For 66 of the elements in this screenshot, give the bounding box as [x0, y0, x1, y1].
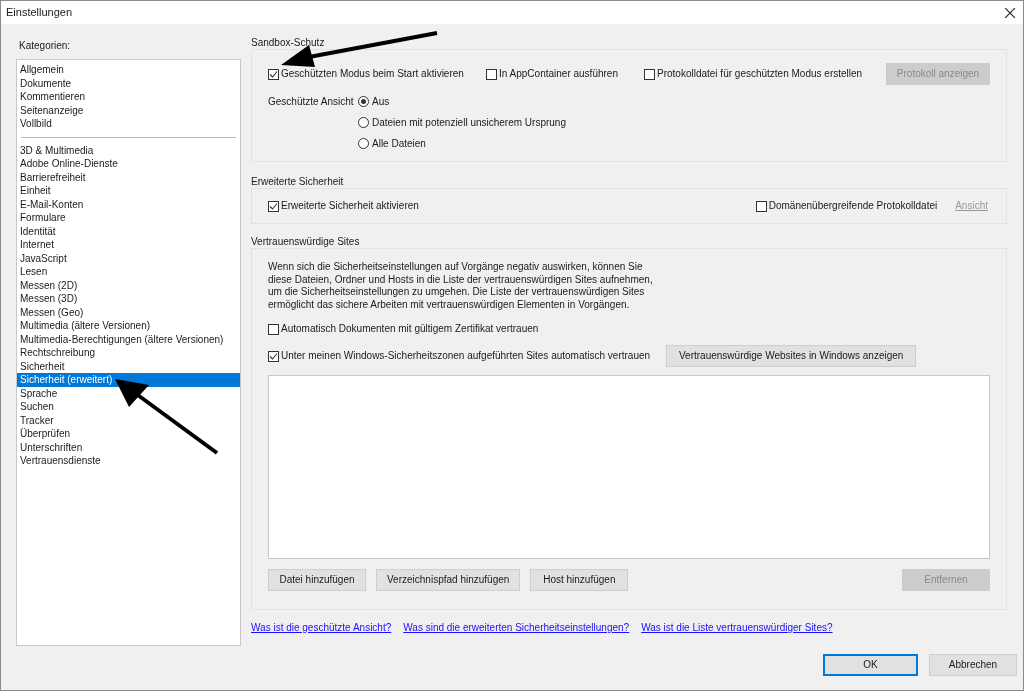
- show-zones-button[interactable]: Vertrauenswürdige Websites in Windows anzeigen: [666, 345, 917, 367]
- section-title: Vertrauenswürdige Sites: [251, 236, 361, 248]
- category-item[interactable]: Identität: [17, 224, 240, 238]
- checkbox-box[interactable]: [268, 323, 279, 335]
- category-item[interactable]: Multimedia-Berechtigungen (ältere Versionen): [17, 332, 240, 346]
- add-button[interactable]: Verzeichnispfad hinzufügen: [376, 569, 521, 591]
- category-item[interactable]: Messen (3D): [17, 292, 240, 306]
- category-item[interactable]: Internet: [17, 238, 240, 252]
- checkbox[interactable]: Unter meinen Windows-Sicherheitszonen aufgeführten Sites automatisch vertrauen: [268, 350, 666, 362]
- help-link[interactable]: Was ist die geschützte Ansicht?: [251, 622, 392, 634]
- category-item[interactable]: Vollbild: [17, 117, 240, 131]
- checkbox-box[interactable]: [644, 68, 655, 80]
- checkbox[interactable]: Protokolldatei für geschützten Modus erstellen: [644, 68, 863, 80]
- checkbox-box[interactable]: [268, 68, 279, 80]
- category-item[interactable]: JavaScript: [17, 251, 240, 265]
- help-link[interactable]: Was ist die Liste vertrauenswürdiger Sites?: [641, 622, 833, 634]
- category-item[interactable]: Adobe Online-Dienste: [17, 157, 240, 171]
- radio-option[interactable]: Alle Dateien: [358, 133, 566, 154]
- category-item[interactable]: Sicherheit (erweitert): [17, 373, 240, 387]
- category-item[interactable]: Sicherheit: [17, 359, 240, 373]
- checkbox-box[interactable]: [486, 68, 497, 80]
- category-item[interactable]: Unterschriften: [17, 440, 240, 454]
- category-item[interactable]: Kommentieren: [17, 90, 240, 104]
- protected-view-label: Geschützte Ansicht: [268, 95, 355, 109]
- category-item[interactable]: Rechtschreibung: [17, 346, 240, 360]
- category-item[interactable]: Überprüfen: [17, 427, 240, 441]
- help-link[interactable]: Was sind die erweiterten Sicherheitseinstellungen?: [403, 622, 630, 634]
- checkbox[interactable]: Geschützten Modus beim Start aktivieren: [268, 68, 486, 80]
- category-item[interactable]: Allgemein: [17, 63, 240, 77]
- category-item[interactable]: Suchen: [17, 400, 240, 414]
- category-item[interactable]: Einheit: [17, 184, 240, 198]
- category-item[interactable]: E-Mail-Konten: [17, 197, 240, 211]
- category-item[interactable]: Formulare: [17, 211, 240, 225]
- section-title: Erweiterte Sicherheit: [251, 176, 345, 188]
- description-text: Wenn sich die Sicherheitseinstellungen auf Vorgänge negativ auswirken, können Sie diese Dateien, Ordner und Hosts in die Liste der vertrauenswürdigen Sites aufnehmen, um die Sicherheitseinstellungen zu umgehen. Die Liste der vertrauenswürdigen Sites ermöglicht das sichere Arbeiten mit vertrauenswürdigen Elementen in Vorgängen.: [268, 261, 654, 311]
- window-title: Einstellungen: [6, 5, 73, 21]
- category-item[interactable]: Vertrauensdienste: [17, 454, 240, 468]
- radio-button[interactable]: [358, 117, 369, 128]
- categories-label: Kategorien:: [19, 39, 72, 53]
- section-title: Sandbox-Schutz: [251, 37, 326, 49]
- category-item[interactable]: 3D & Multimedia: [17, 143, 240, 157]
- radio-button[interactable]: [358, 138, 369, 149]
- dialog-button[interactable]: OK: [823, 654, 918, 676]
- add-button[interactable]: Host hinzufügen: [530, 569, 629, 591]
- category-item[interactable]: Barrierefreiheit: [17, 170, 240, 184]
- dialog-button[interactable]: Abbrechen: [929, 654, 1017, 676]
- radio-option[interactable]: Aus: [358, 91, 566, 112]
- radio-option[interactable]: Dateien mit potenziell unsicherem Ursprung: [358, 112, 566, 133]
- category-item[interactable]: Dokumente: [17, 76, 240, 90]
- checkbox[interactable]: In AppContainer ausführen: [486, 68, 644, 80]
- category-item[interactable]: Messen (2D): [17, 278, 240, 292]
- checkbox[interactable]: Erweiterte Sicherheit aktivieren: [268, 200, 419, 212]
- checkbox-box[interactable]: [268, 200, 279, 212]
- checkbox-box[interactable]: [755, 200, 767, 212]
- checkbox[interactable]: Automatisch Dokumenten mit gültigem Zertifikat vertrauen: [268, 323, 990, 335]
- close-icon[interactable]: [1005, 7, 1015, 18]
- radio-button[interactable]: [358, 96, 369, 107]
- category-item[interactable]: Seitenanzeige: [17, 103, 240, 117]
- category-item[interactable]: Multimedia (ältere Versionen): [17, 319, 240, 333]
- checkbox-box[interactable]: [268, 350, 279, 362]
- category-item[interactable]: Lesen: [17, 265, 240, 279]
- add-button[interactable]: Datei hinzufügen: [268, 569, 366, 591]
- category-item[interactable]: Sprache: [17, 386, 240, 400]
- checkbox[interactable]: Domänenübergreifende Protokolldatei: [755, 200, 938, 212]
- category-item[interactable]: Tracker: [17, 413, 240, 427]
- category-item[interactable]: Messen (Geo): [17, 305, 240, 319]
